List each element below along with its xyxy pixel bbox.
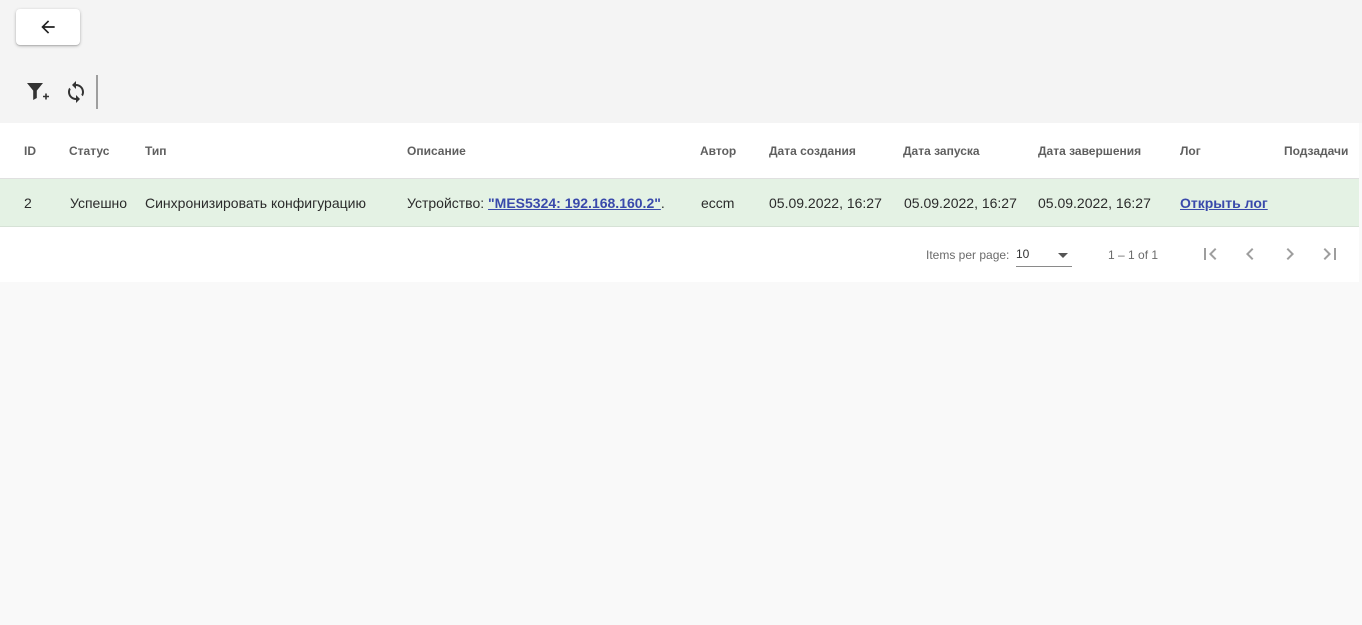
column-header-finished[interactable]: Дата завершения — [1038, 123, 1141, 178]
table-header-row: ID Статус Тип Описание Автор Дата создан… — [0, 123, 1359, 179]
add-filter-button[interactable] — [21, 76, 53, 108]
refresh-button[interactable] — [60, 76, 92, 108]
open-log-link[interactable]: Открыть лог — [1180, 195, 1268, 211]
first-page-icon — [1204, 248, 1217, 260]
cell-finished: 05.09.2022, 16:27 — [1038, 194, 1151, 211]
column-header-author[interactable]: Автор — [700, 123, 736, 178]
top-toolbar-area — [0, 0, 1362, 123]
next-page-button[interactable] — [1274, 238, 1306, 270]
back-button[interactable] — [16, 9, 80, 45]
sync-icon — [68, 81, 84, 103]
page-size-value: 10 — [1016, 247, 1030, 261]
filter-add-icon — [27, 83, 49, 100]
column-header-log[interactable]: Лог — [1180, 123, 1201, 178]
column-header-subtasks[interactable]: Подзадачи — [1284, 123, 1348, 178]
description-suffix: . — [660, 194, 665, 211]
chevron-right-icon — [1286, 248, 1294, 260]
tasks-table: ID Статус Тип Описание Автор Дата создан… — [0, 123, 1359, 282]
range-label: 1 – 1 of 1 — [1108, 247, 1159, 262]
cell-created: 05.09.2022, 16:27 — [769, 194, 882, 211]
paginator: Items per page: 10 1 – 1 of 1 — [0, 227, 1359, 282]
arrow-left-icon — [41, 20, 55, 34]
last-page-button[interactable] — [1314, 238, 1346, 270]
last-page-icon — [1323, 248, 1336, 260]
column-header-type[interactable]: Тип — [145, 123, 167, 178]
cell-type: Синхронизировать конфигурацию — [145, 194, 366, 211]
cell-started: 05.09.2022, 16:27 — [904, 194, 1017, 211]
column-header-status[interactable]: Статус — [69, 123, 109, 178]
device-link[interactable]: "MES5324: 192.168.160.2" — [488, 195, 661, 211]
cell-status: Успешно — [70, 194, 128, 211]
items-per-page-label: Items per page: — [926, 247, 1010, 262]
column-header-started[interactable]: Дата запуска — [903, 123, 980, 178]
column-header-description[interactable]: Описание — [407, 123, 466, 178]
cell-id: 2 — [24, 194, 32, 211]
cell-author: eccm — [701, 194, 735, 211]
first-page-button[interactable] — [1194, 238, 1226, 270]
previous-page-button[interactable] — [1234, 238, 1266, 270]
cell-description: Устройство: "MES5324: 192.168.160.2" . — [407, 179, 665, 226]
toolbar-divider — [96, 75, 98, 109]
column-header-id[interactable]: ID — [24, 123, 36, 178]
description-prefix: Устройство: — [407, 194, 489, 211]
cell-log: Открыть лог — [1180, 179, 1268, 226]
dropdown-arrow-icon — [1058, 253, 1068, 258]
column-header-created[interactable]: Дата создания — [769, 123, 856, 178]
page-size-select[interactable]: 10 — [1016, 244, 1072, 267]
chevron-left-icon — [1246, 248, 1254, 260]
table-row[interactable]: 2 Успешно Синхронизировать конфигурацию … — [0, 179, 1359, 227]
